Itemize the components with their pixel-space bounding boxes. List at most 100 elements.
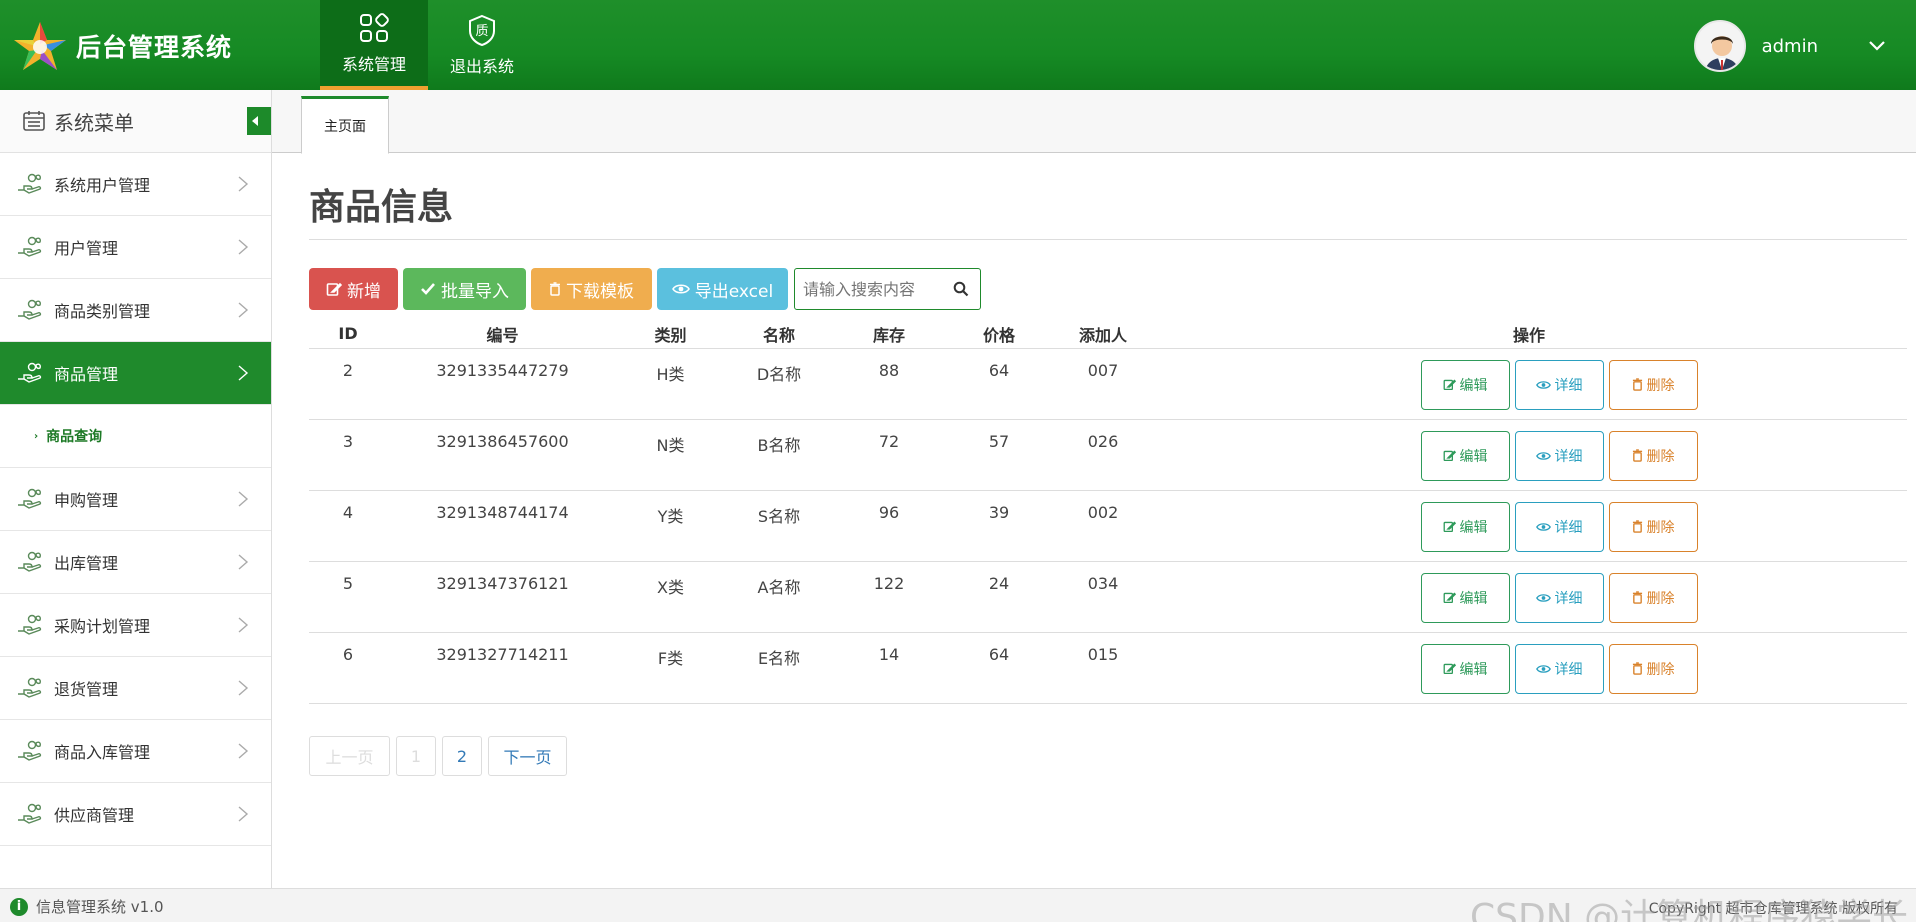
actions-cell: 编辑 详细 删除 [1151, 490, 1907, 562]
top-nav: 系统管理 质 退出系统 [320, 0, 536, 90]
sidebar-item-label: 采购计划管理 [54, 617, 151, 636]
sidebar-item[interactable]: 系统用户管理 [0, 153, 271, 216]
batch-import-button[interactable]: 批量导入 [403, 268, 526, 310]
prev-page-button[interactable]: 上一页 [309, 736, 390, 776]
actions-cell: 编辑 详细 删除 [1151, 348, 1907, 420]
table-cell: H类 [618, 348, 723, 420]
detail-label: 详细 [1554, 590, 1583, 607]
delete-button[interactable]: 删除 [1608, 430, 1698, 481]
quality-icon: 质 [469, 14, 495, 47]
table-cell: 3291386457600 [387, 419, 618, 491]
export-excel-button[interactable]: 导出excel [657, 268, 788, 310]
page-button-1[interactable]: 1 [396, 736, 436, 776]
chevron-right-icon [238, 176, 249, 192]
table-cell: 015 [1055, 632, 1151, 704]
sidebar-item-label: 商品类别管理 [54, 302, 151, 321]
table-cell: 122 [835, 561, 943, 633]
actions-cell: 编辑 详细 删除 [1151, 561, 1907, 633]
detail-button[interactable]: 详细 [1514, 501, 1604, 552]
table-cell: D名称 [723, 348, 835, 420]
caret-left-icon [252, 116, 258, 126]
username: admin [1761, 35, 1818, 57]
sidebar-item-label: 用户管理 [54, 239, 119, 258]
delete-button[interactable]: 删除 [1608, 643, 1698, 694]
eye-icon [1535, 664, 1551, 673]
edit-icon [1443, 592, 1456, 604]
detail-button[interactable]: 详细 [1514, 572, 1604, 623]
sidebar-collapse-button[interactable] [247, 107, 271, 135]
table-cell: Y类 [618, 490, 723, 562]
sidebar-item[interactable]: 申购管理 [0, 468, 271, 531]
column-header: 操作 [1151, 320, 1907, 349]
eye-icon [1535, 522, 1551, 531]
table-cell: 3291335447279 [387, 348, 618, 420]
bullet-icon: › [34, 430, 39, 442]
table-cell: 5 [309, 561, 387, 633]
edit-button[interactable]: 编辑 [1420, 643, 1510, 694]
sidebar-item[interactable]: 退货管理 [0, 657, 271, 720]
column-header: 价格 [943, 320, 1055, 349]
eye-icon [1535, 380, 1551, 389]
eye-icon [1535, 593, 1551, 602]
sidebar-item[interactable]: 商品管理 [0, 342, 271, 405]
tab-home[interactable]: 主页面 [301, 96, 389, 154]
column-header: 名称 [723, 320, 835, 349]
edit-label: 编辑 [1459, 519, 1488, 536]
column-header: 添加人 [1055, 320, 1151, 349]
next-page-button[interactable]: 下一页 [488, 736, 567, 776]
detail-button[interactable]: 详细 [1514, 359, 1604, 410]
sidebar-item[interactable]: 出库管理 [0, 531, 271, 594]
table-cell: 3 [309, 419, 387, 491]
user-menu[interactable]: admin [1693, 20, 1886, 72]
star-logo-icon [14, 22, 66, 70]
search-input[interactable] [803, 279, 953, 299]
chevron-down-icon[interactable] [1868, 40, 1886, 52]
sidebar-item[interactable]: 采购计划管理 [0, 594, 271, 657]
table-row: 3 3291386457600 N类 B名称 72 57 026 编辑 详细 删除 [309, 419, 1907, 491]
user-avatar-icon [1695, 22, 1744, 70]
page-title: 商品信息 [309, 187, 454, 228]
edit-button[interactable]: 编辑 [1420, 501, 1510, 552]
edit-button[interactable]: 编辑 [1420, 572, 1510, 623]
table-cell: 72 [835, 419, 943, 491]
column-header: 库存 [835, 320, 943, 349]
pagination: 上一页 1 2 下一页 [309, 736, 573, 776]
sidebar-item[interactable]: 供应商管理 [0, 783, 271, 846]
delete-button[interactable]: 删除 [1608, 501, 1698, 552]
table-cell: A名称 [723, 561, 835, 633]
table-cell: S名称 [723, 490, 835, 562]
hand-leaf-icon [18, 173, 42, 194]
table-row: 5 3291347376121 X类 A名称 122 24 034 编辑 详细 删除 [309, 561, 1907, 633]
divider [309, 239, 1907, 240]
avatar [1693, 20, 1746, 72]
detail-button[interactable]: 详细 [1514, 430, 1604, 481]
sidebar-item[interactable]: 商品类别管理 [0, 279, 271, 342]
chevron-right-icon [238, 617, 249, 633]
sidebar-item[interactable]: 商品入库管理 [0, 720, 271, 783]
sidebar-subitem-product-query[interactable]: › 商品查询 [0, 405, 271, 468]
detail-button[interactable]: 详细 [1514, 643, 1604, 694]
delete-button[interactable]: 删除 [1608, 572, 1698, 623]
products-table: ID 编号 类别 名称 库存 价格 添加人 操作 2 3291335447279 H… [309, 320, 1907, 704]
table-cell: 64 [943, 632, 1055, 704]
table-cell: 026 [1055, 419, 1151, 491]
topnav-logout[interactable]: 质 退出系统 [428, 0, 536, 90]
edit-button[interactable]: 编辑 [1420, 430, 1510, 481]
chevron-right-icon [238, 743, 249, 759]
add-button[interactable]: 新增 [309, 268, 398, 310]
sidebar-item-label: 商品管理 [54, 365, 119, 384]
trash-icon [1632, 591, 1642, 604]
sidebar: 系统菜单 系统用户管理用户管理商品类别管理 商品管理 › 商品查询 申购管理 出库管理采购… [0, 90, 272, 888]
delete-button[interactable]: 删除 [1608, 359, 1698, 410]
download-template-button[interactable]: 下载模板 [531, 268, 652, 310]
edit-button[interactable]: 编辑 [1420, 359, 1510, 410]
table-cell: 3291348744174 [387, 490, 618, 562]
table-cell: 57 [943, 419, 1055, 491]
search-icon[interactable] [953, 281, 969, 297]
sidebar-title: 系统菜单 [54, 110, 134, 135]
hand-leaf-icon [18, 299, 42, 320]
sidebar-item[interactable]: 用户管理 [0, 216, 271, 279]
chevron-right-icon [238, 680, 249, 696]
topnav-system-management[interactable]: 系统管理 [320, 0, 428, 90]
page-button-2[interactable]: 2 [442, 736, 482, 776]
